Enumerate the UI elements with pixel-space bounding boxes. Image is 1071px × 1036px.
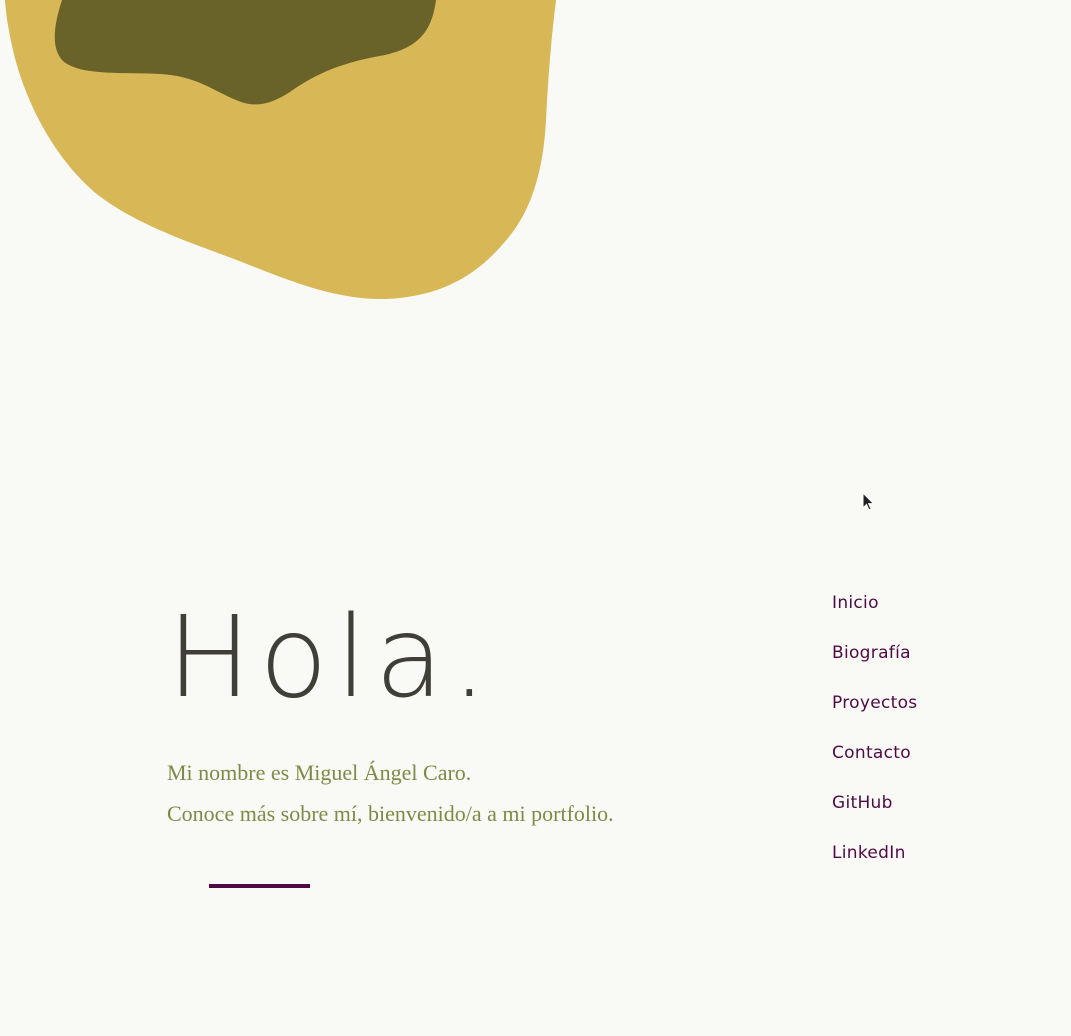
nav-item-contacto: Contacto bbox=[832, 738, 917, 788]
nav-link-inicio[interactable]: Inicio bbox=[832, 593, 879, 613]
intro-name-text: Mi nombre es Miguel Ángel Caro. bbox=[167, 760, 472, 785]
accent-divider bbox=[209, 884, 310, 888]
blob-shape-icon bbox=[5, 0, 556, 300]
decorative-blob bbox=[0, 0, 600, 320]
nav-link-proyectos[interactable]: Proyectos bbox=[832, 693, 917, 713]
nav-item-linkedin: LinkedIn bbox=[832, 838, 917, 888]
intro-welcome-text: Conoce más sobre mí, bienvenido/a a mi p… bbox=[167, 801, 614, 826]
main-navigation: Inicio Biografía Proyectos Contacto GitH… bbox=[832, 588, 917, 888]
nav-item-github: GitHub bbox=[832, 788, 917, 838]
nav-item-proyectos: Proyectos bbox=[832, 688, 917, 738]
hero-section: Hola. Mi nombre es Miguel Ángel Caro. Co… bbox=[167, 593, 727, 888]
nav-link-contacto[interactable]: Contacto bbox=[832, 743, 911, 763]
nav-link-biografia[interactable]: Biografía bbox=[832, 643, 911, 663]
mouse-cursor-icon bbox=[862, 491, 876, 512]
nav-item-biografia: Biografía bbox=[832, 638, 917, 688]
hero-title: Hola. bbox=[167, 593, 496, 723]
nav-link-linkedin[interactable]: LinkedIn bbox=[832, 843, 906, 863]
nav-link-github[interactable]: GitHub bbox=[832, 793, 893, 813]
nav-item-inicio: Inicio bbox=[832, 588, 917, 638]
